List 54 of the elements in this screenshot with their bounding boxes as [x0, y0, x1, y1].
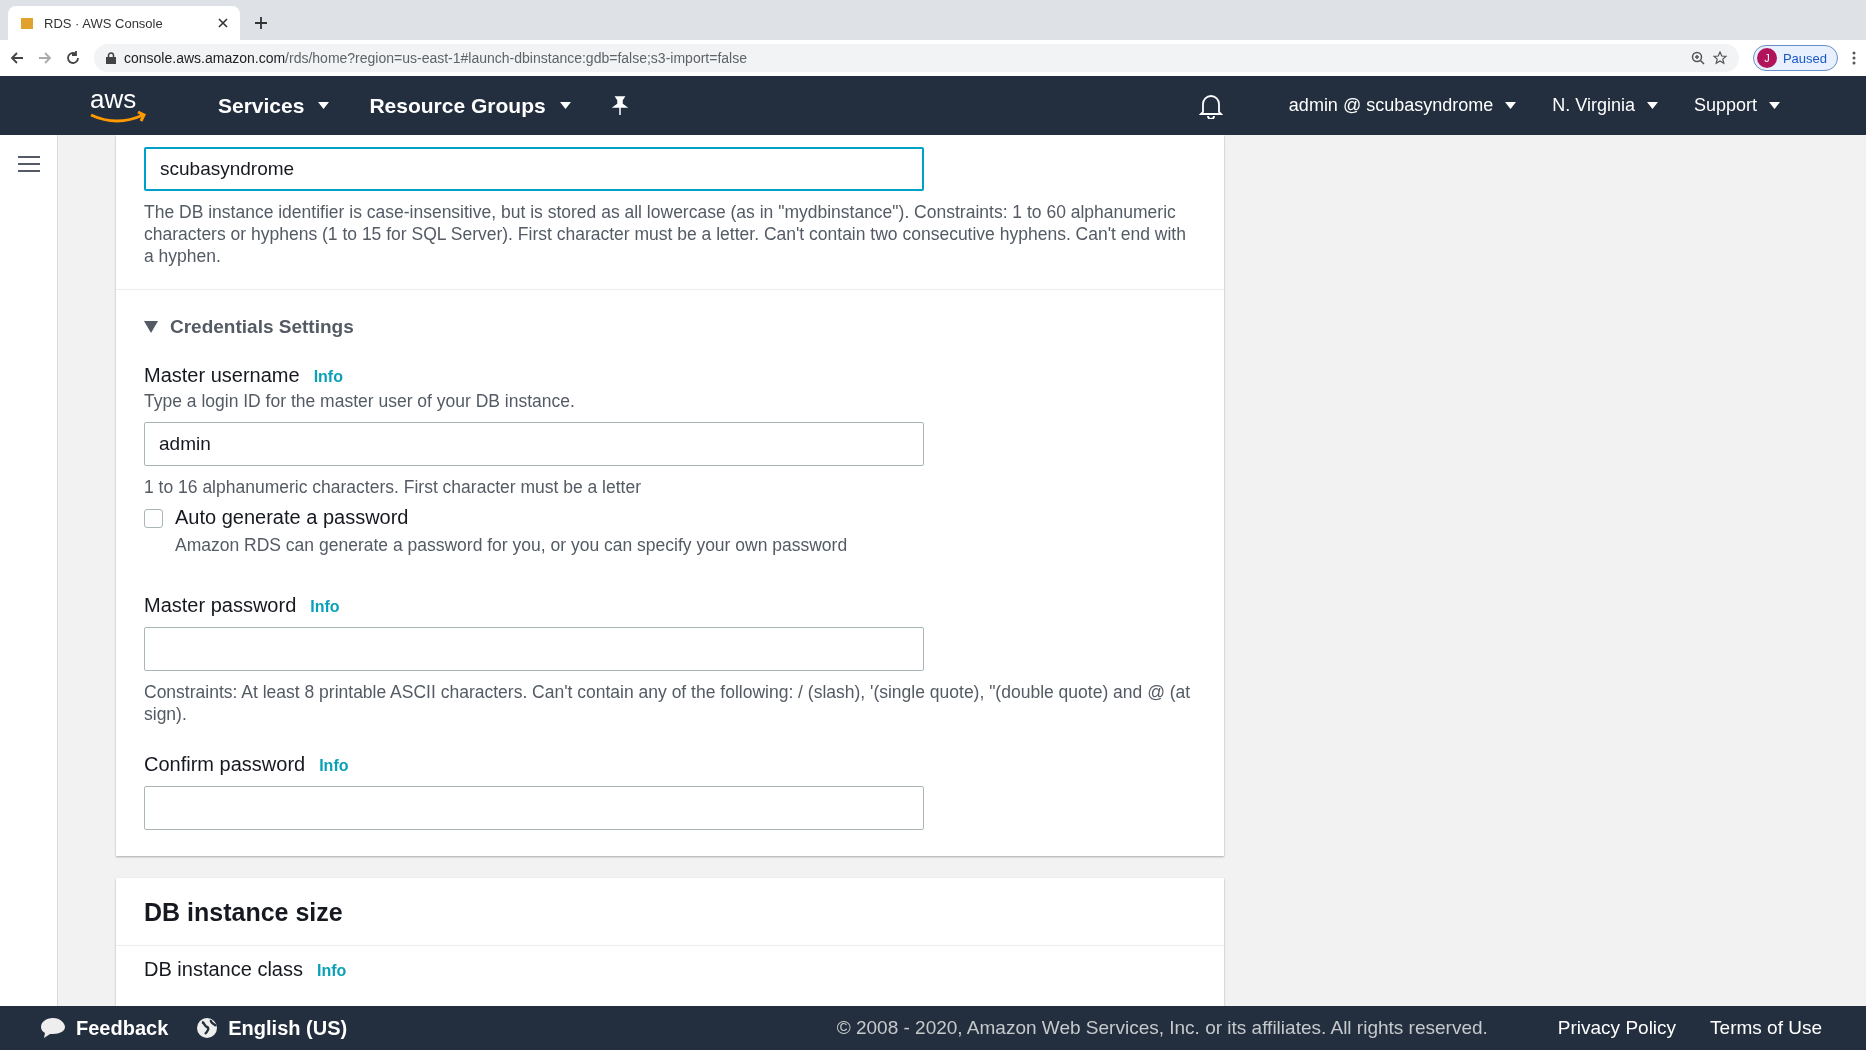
url-path: /rds/home?region=us-east-1#launch-dbinstance:gdb=false;s3-import=false — [285, 50, 747, 66]
triangle-icon — [144, 321, 158, 333]
field-label: DB instance class — [144, 958, 303, 981]
footer-link[interactable]: Privacy Policy — [1557, 1017, 1677, 1039]
url-host: console.aws.amazon.com — [124, 50, 286, 66]
box-icon — [20, 16, 34, 30]
nav-menu[interactable]: Services — [218, 93, 330, 118]
profile-button[interactable]: J Paused — [1752, 45, 1838, 71]
identifier-help: The DB instance identifier is case-insensitive, but is stored as all lowercase (as in "mydbinstance"). Constraints: 1 to 60 alphanumeric characters or hyphens (1 to 15 for SQL Server). First character must be a letter. Can't contain two consecutive hyphens. Can't end with a hyphen. — [144, 201, 1187, 267]
caret-icon — [1769, 102, 1780, 109]
menu-icon[interactable] — [17, 155, 40, 173]
section-title: DB instance size — [144, 898, 344, 927]
field-label: Master username — [144, 364, 300, 387]
zoom-icon[interactable] — [1690, 51, 1705, 65]
back-arrow-icon[interactable] — [10, 51, 24, 65]
plus-icon[interactable] — [254, 16, 268, 30]
caret-icon — [1505, 102, 1517, 109]
aws-logo[interactable]: aws — [88, 85, 150, 126]
language-button[interactable]: English (US) — [196, 1016, 348, 1040]
checkbox[interactable] — [144, 509, 163, 528]
nav-dropdown[interactable]: N. Virginia — [1552, 95, 1658, 116]
more-icon[interactable] — [1852, 51, 1856, 65]
checkbox-label: Auto generate a password — [175, 506, 410, 529]
tab-title: RDS · AWS Console — [44, 15, 164, 31]
caret-icon — [318, 102, 330, 109]
section-toggle[interactable]: Credentials Settings — [144, 316, 1196, 338]
field-hint: Constraints: At least 8 printable ASCII characters. Can't contain any of the following: / (slash), '(single quote), "(double quote) and @ (at sign). — [144, 681, 1192, 725]
username-field[interactable]: admin — [144, 422, 924, 466]
pin-icon[interactable] — [610, 95, 629, 116]
caret-icon — [1646, 102, 1658, 109]
feedback-button[interactable]: Feedback — [40, 1016, 169, 1040]
lock-icon — [106, 52, 116, 64]
checkbox-description: Amazon RDS can generate a password for you, or you can specify your own password — [175, 535, 848, 556]
address-bar[interactable]: console.aws.amazon.com/rds/home?region=us-east-1#launch-dbinstance:gdb=false;s3-import=false — [94, 44, 1739, 72]
nav-dropdown[interactable]: admin @ scubasyndrome — [1288, 95, 1517, 116]
nav-dropdown[interactable]: Support — [1693, 95, 1780, 116]
field-description: Type a login ID for the master user of your DB instance. — [144, 391, 576, 412]
field-hint: 1 to 16 alphanumeric characters. First character must be a letter — [144, 476, 643, 498]
footer-link[interactable]: Terms of Use — [1710, 1017, 1822, 1039]
identifier-field[interactable]: scubasyndrome — [144, 147, 924, 191]
star-icon[interactable] — [1712, 51, 1727, 65]
reload-icon[interactable] — [66, 51, 80, 65]
confirm-password-field[interactable] — [144, 786, 924, 830]
globe-icon — [196, 1017, 219, 1039]
browser-tab[interactable]: RDS · AWS Console — [8, 6, 240, 40]
speech-bubble-icon — [40, 1017, 66, 1039]
close-icon[interactable] — [218, 18, 228, 28]
password-field[interactable] — [144, 627, 924, 671]
field-label: Confirm password — [144, 753, 306, 776]
bell-icon[interactable] — [1198, 92, 1223, 119]
nav-menu[interactable]: Resource Groups — [369, 93, 571, 118]
caret-icon — [559, 102, 571, 109]
copyright-text: © 2008 - 2020, Amazon Web Services, Inc. or its affiliates. All rights reserved. — [836, 1017, 1488, 1039]
field-label: Master password — [144, 594, 297, 617]
